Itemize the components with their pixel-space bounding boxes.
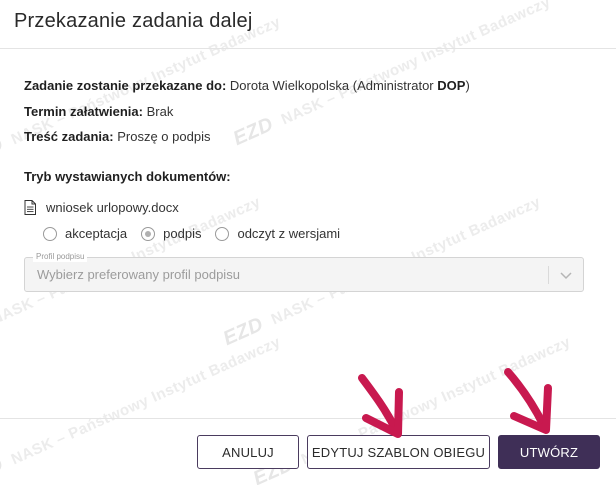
- document-mode-options: akceptacja podpis odczyt z wersjami: [43, 226, 354, 241]
- dialog-title: Przekazanie zadania dalej: [14, 10, 253, 32]
- option-odczyt-z-wersjami[interactable]: odczyt z wersjami: [215, 226, 340, 241]
- chevron-down-icon[interactable]: [559, 268, 573, 282]
- document-icon: [24, 200, 36, 215]
- select-separator: [548, 266, 549, 284]
- cancel-button[interactable]: ANULUJ: [197, 435, 299, 469]
- recipient-name: Dorota Wielkopolska (Administrator: [229, 78, 438, 93]
- radio-akceptacja[interactable]: [43, 226, 57, 241]
- deadline-value: Brak: [146, 104, 174, 119]
- annotation-arrow-icon: [504, 368, 552, 434]
- edit-template-button[interactable]: EDYTUJ SZABLON OBIEGU: [307, 435, 490, 469]
- footer-divider: [0, 418, 616, 419]
- option-label: akceptacja: [65, 226, 128, 241]
- watermark: EZDNASK – Państwowy Instytut Badawczy EZ…: [0, 0, 616, 485]
- document-row: wniosek urlopowy.docx: [24, 200, 179, 215]
- content-line: Treść zadania: Proszę o podpis: [24, 129, 210, 144]
- mode-line: Tryb wystawianych dokumentów:: [24, 169, 231, 184]
- option-label: podpis: [163, 226, 202, 241]
- content-label: Treść zadania:: [24, 129, 114, 144]
- recipient-label: Zadanie zostanie przekazane do:: [24, 78, 227, 93]
- option-label: odczyt z wersjami: [237, 226, 341, 241]
- header-divider: [0, 48, 616, 49]
- signature-profile-select[interactable]: Profil podpisu Wybierz preferowany profi…: [24, 252, 584, 292]
- mode-label: Tryb wystawianych dokumentów:: [24, 169, 231, 184]
- recipient-line: Zadanie zostanie przekazane do: Dorota W…: [24, 78, 470, 93]
- signature-profile-placeholder: Wybierz preferowany profil podpisu: [37, 267, 240, 282]
- annotation-arrow-icon: [358, 374, 403, 438]
- recipient-role: DOP: [437, 78, 466, 93]
- option-podpis[interactable]: podpis: [141, 226, 201, 241]
- radio-odczyt-z-wersjami[interactable]: [215, 226, 230, 241]
- signature-profile-legend: Profil podpisu: [33, 252, 88, 262]
- content-value: Proszę o podpis: [117, 129, 211, 144]
- deadline-line: Termin załatwienia: Brak: [24, 104, 173, 119]
- document-filename: wniosek urlopowy.docx: [46, 200, 179, 215]
- watermark-text: EZDNASK – Państwowy Instytut Badawczy: [230, 0, 554, 151]
- create-button[interactable]: UTWÓRZ: [498, 435, 600, 469]
- option-akceptacja[interactable]: akceptacja: [43, 226, 127, 241]
- radio-podpis[interactable]: [141, 226, 156, 241]
- recipient-close: ): [465, 78, 470, 93]
- deadline-label: Termin załatwienia:: [24, 104, 143, 119]
